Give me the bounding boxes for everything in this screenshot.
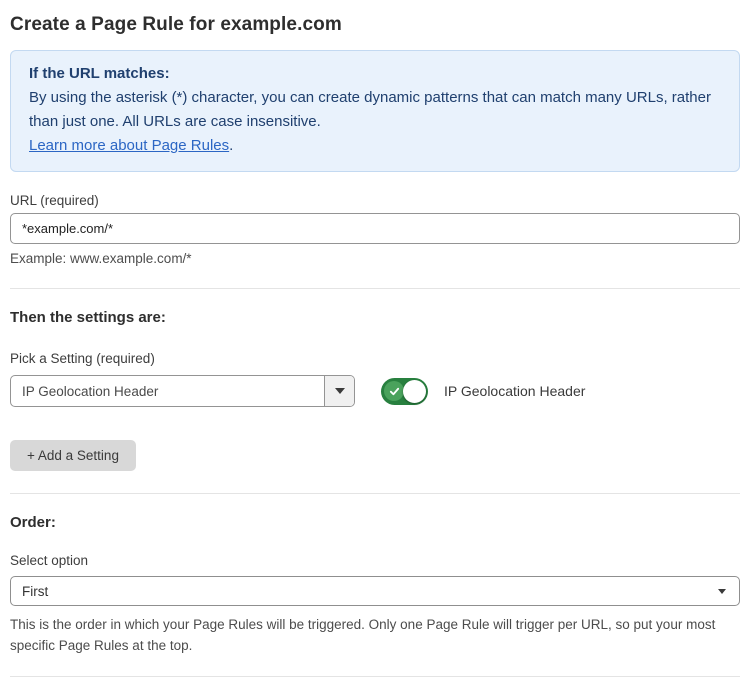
info-box-heading: If the URL matches:: [29, 62, 721, 86]
ip-geolocation-toggle[interactable]: [381, 378, 428, 405]
divider: [10, 676, 740, 677]
url-input[interactable]: [10, 213, 740, 244]
caret-down-icon: [718, 589, 726, 594]
url-matches-info-box: If the URL matches: By using the asteris…: [10, 50, 740, 172]
create-page-rule-form: Create a Page Rule for example.com If th…: [0, 0, 750, 687]
link-period: .: [229, 137, 233, 154]
order-heading: Order:: [10, 514, 740, 531]
select-option-label: Select option: [10, 553, 740, 568]
order-helper-text: This is the order in which your Page Rul…: [10, 614, 740, 656]
setting-picker-arrow-button[interactable]: [324, 376, 354, 406]
toggle-knob: [403, 380, 426, 403]
setting-picker-value: IP Geolocation Header: [11, 376, 324, 406]
url-example-helper: Example: www.example.com/*: [10, 251, 740, 266]
divider: [10, 288, 740, 289]
divider: [10, 493, 740, 494]
pick-setting-label: Pick a Setting (required): [10, 351, 740, 366]
check-icon: [384, 381, 404, 401]
info-box-link-line: Learn more about Page Rules.: [29, 134, 721, 158]
order-select-value: First: [22, 584, 48, 599]
toggle-label: IP Geolocation Header: [444, 383, 585, 399]
info-box-body: By using the asterisk (*) character, you…: [29, 86, 721, 134]
setting-picker-dropdown[interactable]: IP Geolocation Header: [10, 375, 355, 407]
page-title: Create a Page Rule for example.com: [10, 14, 740, 36]
url-label: URL (required): [10, 193, 740, 208]
caret-down-icon: [335, 388, 345, 394]
add-setting-button[interactable]: + Add a Setting: [10, 440, 136, 471]
settings-heading: Then the settings are:: [10, 309, 740, 326]
learn-more-link[interactable]: Learn more about Page Rules: [29, 137, 229, 154]
order-select[interactable]: First: [10, 576, 740, 606]
setting-row: IP Geolocation Header IP Geolocation Hea…: [10, 375, 740, 407]
